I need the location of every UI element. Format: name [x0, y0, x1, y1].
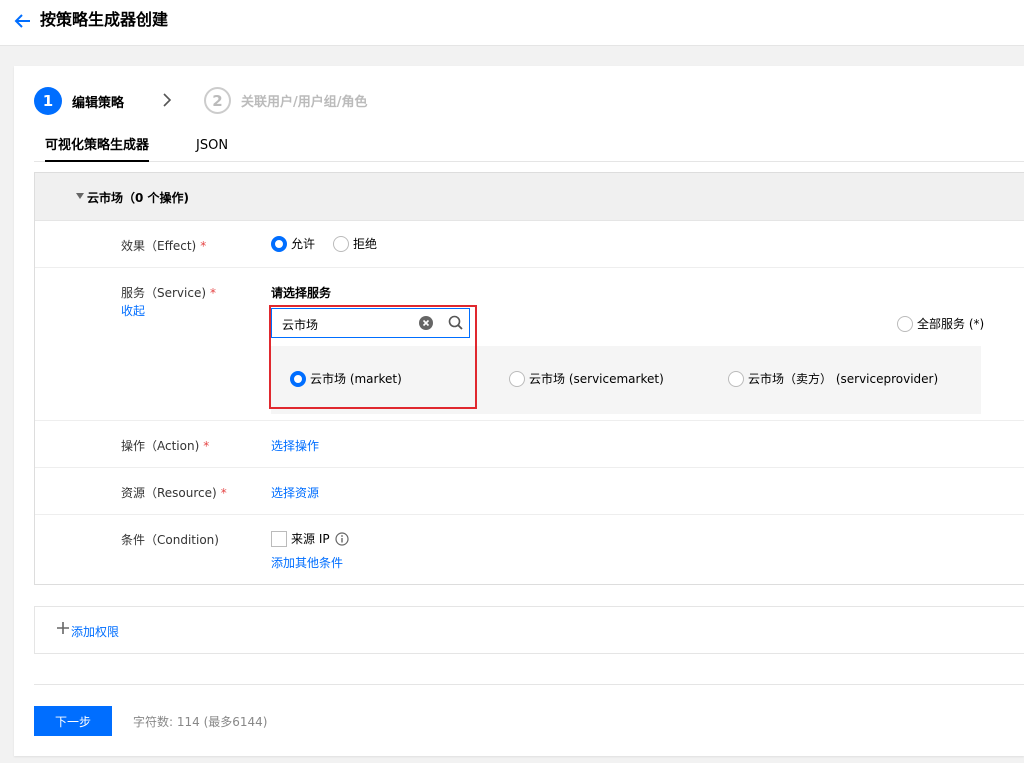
tab-visual-generator[interactable]: 可视化策略生成器 [45, 138, 150, 162]
radio-unchecked [333, 235, 350, 252]
service-option-servicemarket[interactable]: 云市场 (servicemarket) [509, 370, 664, 387]
effect-deny-radio[interactable]: 拒绝 [333, 235, 377, 252]
radio-unchecked [728, 370, 744, 387]
section-title: 云市场（0 个操作) [87, 191, 190, 205]
select-action-link[interactable]: 选择操作 [271, 437, 319, 454]
step-edit-policy[interactable]: 1 编辑策略 [34, 87, 124, 115]
caret-down-icon[interactable] [76, 193, 84, 199]
footer-divider [34, 684, 1024, 685]
action-label: 操作（Action) * [121, 439, 210, 453]
search-icon[interactable] [448, 315, 463, 330]
step-associate[interactable]: 2 关联用户/用户组/角色 [204, 87, 368, 114]
page-title: 按策略生成器创建 [40, 10, 169, 29]
chevron-right-icon [163, 93, 172, 107]
resource-label: 资源（Resource) * [121, 486, 227, 500]
service-prompt: 请选择服务 [271, 286, 332, 300]
radio-checked [290, 370, 306, 387]
condition-label: 条件（Condition) [121, 533, 219, 547]
service-label: 服务（Service) * [121, 286, 217, 300]
tab-bar: 可视化策略生成器 JSON [34, 132, 1024, 162]
select-resource-link[interactable]: 选择资源 [271, 484, 319, 501]
condition-row: 条件（Condition) 来源 IP 添加其他条件 [35, 515, 1024, 585]
main-card: 1 编辑策略 2 关联用户/用户组/角色 可视化策略生成器 JSON 云市场（0… [14, 66, 1024, 756]
source-ip-checkbox[interactable] [271, 530, 287, 547]
radio-unchecked [509, 370, 525, 387]
add-permission-link[interactable]: 添加权限 [71, 623, 119, 640]
plus-icon[interactable] [57, 622, 69, 634]
section-header[interactable]: 云市场（0 个操作) [35, 173, 1024, 221]
add-condition-link[interactable]: 添加其他条件 [271, 554, 343, 571]
effect-label: 效果（Effect) * [121, 239, 207, 253]
top-bar: 按策略生成器创建 [0, 0, 1024, 46]
back-arrow-icon[interactable] [14, 12, 32, 30]
radio-checked [271, 235, 287, 252]
source-ip-label: 来源 IP [291, 532, 330, 546]
search-value: 云市场 [282, 318, 319, 332]
step-2-label: 关联用户/用户组/角色 [241, 95, 368, 110]
effect-options: 允许 拒绝 [271, 235, 377, 252]
step-1-label: 编辑策略 [72, 95, 125, 111]
effect-allow-radio[interactable]: 允许 [271, 235, 315, 252]
step-1-number: 1 [34, 87, 62, 115]
step-2-number: 2 [204, 87, 231, 114]
next-button[interactable]: 下一步 [34, 706, 112, 736]
all-services-radio[interactable]: 全部服务 (*) [897, 315, 984, 332]
clear-icon[interactable] [419, 316, 433, 330]
add-permission-box[interactable]: 添加权限 [34, 606, 1024, 654]
radio-unchecked [897, 315, 913, 332]
info-icon[interactable] [334, 531, 349, 546]
char-count: 字符数: 114 (最多6144) [133, 715, 268, 729]
resource-row: 资源（Resource) * 选择资源 [35, 468, 1024, 515]
effect-row: 效果（Effect) * 允许 拒绝 [35, 221, 1024, 268]
service-options-panel: 云市场 (market) 云市场 (servicemarket) 云市场（卖方）… [271, 346, 981, 414]
collapse-link[interactable]: 收起 [121, 302, 145, 319]
service-row: 服务（Service) * 收起 请选择服务 云市场 全部服务 (*) 云市场 … [35, 268, 1024, 421]
tab-json[interactable]: JSON [196, 138, 228, 162]
service-option-serviceprovider[interactable]: 云市场（卖方） (serviceprovider) [728, 370, 938, 387]
policy-statement: 云市场（0 个操作) 效果（Effect) * 允许 拒绝 服务（Service)… [34, 172, 1024, 585]
action-row: 操作（Action) * 选择操作 [35, 421, 1024, 468]
service-search-input[interactable]: 云市场 [271, 308, 470, 338]
source-ip-option: 来源 IP [271, 530, 349, 547]
service-option-market[interactable]: 云市场 (market) [290, 370, 402, 387]
